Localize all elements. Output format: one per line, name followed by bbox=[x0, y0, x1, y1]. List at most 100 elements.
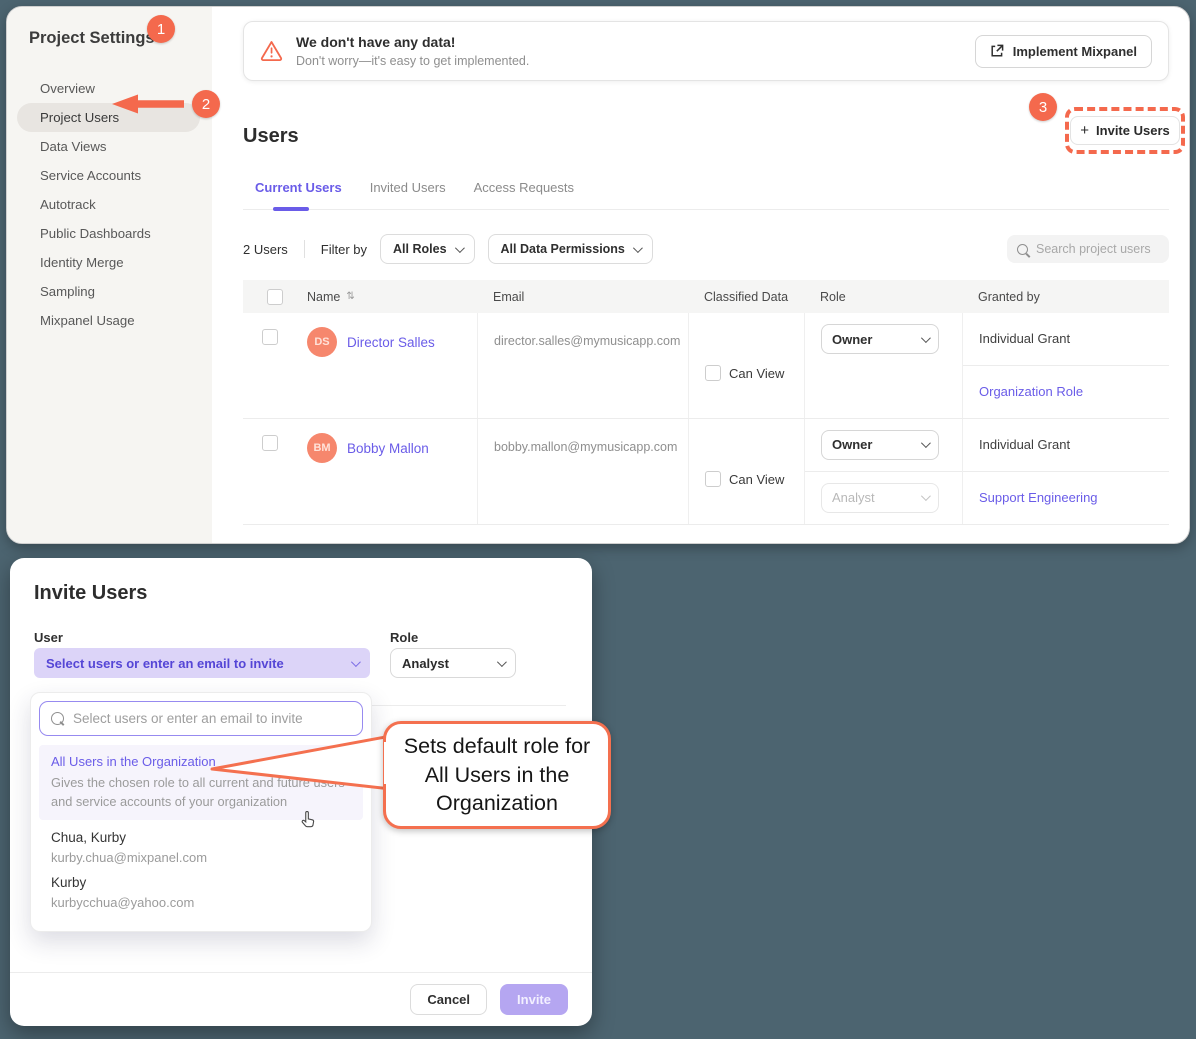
can-view-checkbox[interactable] bbox=[705, 365, 721, 381]
email-cell: bobby.mallon@mymusicapp.com bbox=[477, 419, 688, 524]
hand-cursor-icon bbox=[299, 811, 317, 829]
grant-source: Individual Grant bbox=[979, 437, 1070, 452]
tab-current-users[interactable]: Current Users bbox=[255, 180, 342, 195]
banner-subtitle: Don't worry—it's easy to get implemented… bbox=[296, 54, 529, 68]
users-table: Name ⇅ Email Classified Data Role Grante… bbox=[243, 280, 1169, 525]
plus-icon: + bbox=[1080, 123, 1089, 138]
chevron-down-icon bbox=[497, 657, 507, 667]
table-row: BM Bobby Mallon bobby.mallon@mymusicapp.… bbox=[243, 418, 1169, 524]
row-checkbox[interactable] bbox=[262, 435, 278, 451]
user-name-link[interactable]: Bobby Mallon bbox=[347, 441, 429, 456]
option-user[interactable]: Kurby kurbycchua@yahoo.com bbox=[39, 865, 363, 910]
sidebar-item-sampling[interactable]: Sampling bbox=[7, 277, 212, 306]
role-select-disabled: Analyst bbox=[821, 483, 939, 513]
search-icon bbox=[1017, 244, 1028, 255]
search-project-users-box bbox=[1007, 235, 1169, 263]
table-row: DS Director Salles director.salles@mymus… bbox=[243, 313, 1169, 418]
external-link-icon bbox=[990, 44, 1004, 58]
annotation-arrow-icon bbox=[112, 94, 184, 114]
tab-invited-users[interactable]: Invited Users bbox=[370, 180, 446, 195]
granted-by-cell: Individual Grant Organization Role bbox=[962, 313, 1169, 418]
annotation-highlight-box: + Invite Users bbox=[1065, 107, 1185, 154]
page-title: Users bbox=[243, 125, 1169, 148]
sidebar-item-data-views[interactable]: Data Views bbox=[7, 132, 212, 161]
settings-sidebar: Project Settings Overview Project Users … bbox=[7, 7, 212, 543]
user-count: 2 Users bbox=[243, 242, 288, 257]
cancel-button[interactable]: Cancel bbox=[410, 984, 487, 1015]
users-tabs: Current Users Invited Users Access Reque… bbox=[243, 180, 1169, 210]
role-select[interactable]: Owner bbox=[821, 324, 939, 354]
granted-by-cell: Individual Grant Support Engineering bbox=[962, 419, 1169, 524]
callout-tail-joint bbox=[384, 742, 389, 784]
chevron-down-icon bbox=[921, 438, 931, 448]
warning-icon bbox=[260, 41, 283, 62]
col-header-granted-by: Granted by bbox=[962, 290, 1169, 304]
sidebar-item-autotrack[interactable]: Autotrack bbox=[7, 190, 212, 219]
search-project-users-input[interactable] bbox=[1036, 242, 1159, 256]
chevron-down-icon bbox=[921, 491, 931, 501]
avatar: BM bbox=[307, 433, 337, 463]
user-select-dropdown[interactable]: Select users or enter an email to invite bbox=[34, 648, 370, 678]
annotation-step-3-badge: 3 bbox=[1029, 93, 1057, 121]
screenshot-root: { "annotations": { "step1": "1", "step2"… bbox=[0, 0, 1196, 1039]
select-all-cell bbox=[243, 289, 291, 305]
role-cell: Owner bbox=[804, 313, 962, 418]
user-name-link[interactable]: Director Salles bbox=[347, 335, 435, 350]
tab-access-requests[interactable]: Access Requests bbox=[474, 180, 574, 195]
col-header-email: Email bbox=[477, 290, 688, 304]
grant-source-link[interactable]: Organization Role bbox=[979, 384, 1083, 399]
chevron-down-icon bbox=[921, 333, 931, 343]
user-field-label: User bbox=[34, 630, 63, 645]
name-cell: BM Bobby Mallon bbox=[291, 419, 477, 524]
active-tab-indicator bbox=[273, 207, 309, 211]
option-all-users-in-organization[interactable]: All Users in the Organization Gives the … bbox=[39, 745, 363, 820]
chevron-down-icon bbox=[454, 243, 464, 253]
chevron-down-icon bbox=[351, 657, 361, 667]
modal-footer: Cancel Invite bbox=[10, 972, 592, 1026]
row-select-cell bbox=[243, 419, 291, 524]
invite-users-button[interactable]: + Invite Users bbox=[1070, 116, 1179, 145]
classified-data-cell: Can View bbox=[688, 313, 804, 418]
name-cell: DS Director Salles bbox=[291, 313, 477, 418]
no-data-banner: We don't have any data! Don't worry—it's… bbox=[243, 21, 1169, 81]
role-cell: Owner Analyst bbox=[804, 419, 962, 524]
sidebar-item-service-accounts[interactable]: Service Accounts bbox=[7, 161, 212, 190]
role-select[interactable]: Owner bbox=[821, 430, 939, 460]
row-select-cell bbox=[243, 313, 291, 418]
user-select-dropdown-panel: All Users in the Organization Gives the … bbox=[30, 692, 372, 932]
user-search-box bbox=[39, 701, 363, 736]
toolbar-divider bbox=[304, 240, 305, 258]
invite-button[interactable]: Invite bbox=[500, 984, 568, 1015]
role-select-dropdown[interactable]: Analyst bbox=[390, 648, 516, 678]
sidebar-title: Project Settings bbox=[7, 29, 212, 48]
row-checkbox[interactable] bbox=[262, 329, 278, 345]
user-search-input[interactable] bbox=[73, 711, 351, 726]
annotation-step-1-badge: 1 bbox=[147, 15, 175, 43]
sort-icon[interactable]: ⇅ bbox=[346, 291, 354, 302]
search-icon bbox=[51, 712, 64, 725]
annotation-step-2-badge: 2 bbox=[192, 90, 220, 118]
grant-source: Individual Grant bbox=[979, 331, 1070, 346]
all-data-permissions-dropdown[interactable]: All Data Permissions bbox=[488, 234, 653, 264]
table-header-row: Name ⇅ Email Classified Data Role Grante… bbox=[243, 280, 1169, 313]
project-settings-page: Project Settings Overview Project Users … bbox=[6, 6, 1190, 544]
col-header-name[interactable]: Name ⇅ bbox=[291, 290, 477, 304]
all-roles-dropdown[interactable]: All Roles bbox=[380, 234, 475, 264]
sidebar-item-mixpanel-usage[interactable]: Mixpanel Usage bbox=[7, 306, 212, 335]
sidebar-item-identity-merge[interactable]: Identity Merge bbox=[7, 248, 212, 277]
grant-source-link[interactable]: Support Engineering bbox=[979, 490, 1098, 505]
table-toolbar: 2 Users Filter by All Roles All Data Per… bbox=[243, 234, 1169, 264]
filter-by-label: Filter by bbox=[321, 242, 367, 257]
role-field-label: Role bbox=[390, 630, 418, 645]
classified-data-cell: Can View bbox=[688, 419, 804, 524]
settings-main-panel: We don't have any data! Don't worry—it's… bbox=[212, 7, 1189, 543]
can-view-checkbox[interactable] bbox=[705, 471, 721, 487]
banner-title: We don't have any data! bbox=[296, 34, 529, 50]
annotation-callout: Sets default role for All Users in the O… bbox=[383, 721, 611, 829]
sidebar-item-public-dashboards[interactable]: Public Dashboards bbox=[7, 219, 212, 248]
implement-mixpanel-button[interactable]: Implement Mixpanel bbox=[975, 35, 1152, 68]
banner-text: We don't have any data! Don't worry—it's… bbox=[296, 34, 529, 68]
avatar: DS bbox=[307, 327, 337, 357]
chevron-down-icon bbox=[633, 243, 643, 253]
select-all-checkbox[interactable] bbox=[267, 289, 283, 305]
